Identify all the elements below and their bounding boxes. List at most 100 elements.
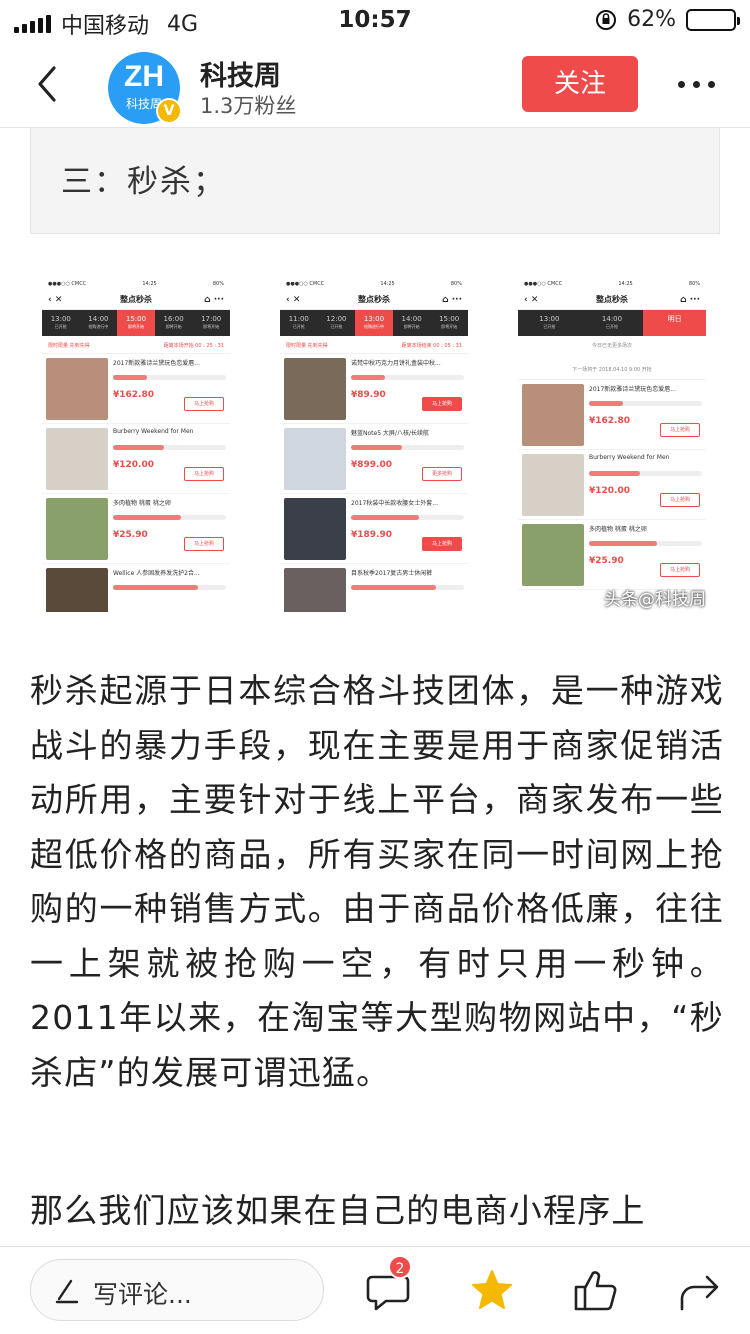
mock-tab-sub: 即将开始 — [441, 324, 458, 329]
mock-time-tab: 13:00 已开抢 — [42, 310, 80, 336]
mock-product-title: 2017新款雅诗兰黛玩色恋爱唇... — [589, 386, 676, 393]
mock-home-icon: ⌂ ··· — [204, 294, 224, 305]
mock-time-tabs: 11:00 已开抢 12:00 已开抢 13:00 抢购进行中 14:00 即将开始 15:00… — [280, 310, 468, 336]
mock-tab-sub: 已开抢 — [543, 324, 556, 329]
mock-product-row: 多肉植物 桃蛋 桃之卵 ¥25.90 马上抢购 — [42, 494, 230, 564]
mock-product-info: 多肉植物 桃蛋 桃之卵 ¥25.90 马上抢购 — [108, 498, 226, 559]
mock-tab-sub: 抢购进行中 — [88, 324, 109, 329]
mock-product-title: Wellice 人参固发养发洗护2合... — [113, 570, 200, 577]
mock-time: 14:25 — [142, 281, 157, 287]
mock-carrier: ●●●○○ CMCC — [524, 281, 563, 287]
mock-product-row: 2017秋装中长款收腰女士外套... ¥189.90 马上抢购 — [280, 494, 468, 564]
mock-time: 14:25 — [618, 281, 633, 287]
mock-product-thumb — [522, 524, 584, 586]
orientation-lock-icon — [596, 9, 617, 30]
favorite-star-icon[interactable] — [468, 1267, 516, 1315]
mock-tab-sub: 即将开始 — [127, 324, 144, 329]
mock-time-tab: 14:00 抢购进行中 — [80, 310, 118, 336]
mock-progress-bar — [589, 541, 702, 546]
section-heading: 三：秒杀； — [61, 164, 226, 200]
mock-product-row: 目系秋季2017复古男士休闲裤 — [280, 564, 468, 612]
mock-time-tabs: 13:00 已开抢 14:00 已开抢 明日 — [518, 310, 706, 336]
mock-battery: 80% — [212, 281, 224, 287]
mock-product-thumb — [522, 384, 584, 446]
mock-battery: 80% — [688, 281, 700, 287]
mock-progress-bar — [113, 445, 226, 450]
write-comment-input[interactable]: 写评论... — [30, 1259, 324, 1321]
article-image[interactable]: ●●●○○ CMCC 14:25 80% ‹ ✕ 整点秒杀 ⌂ ··· 13:00 已开抢 14… — [42, 278, 708, 612]
back-arrow-icon[interactable] — [30, 64, 70, 104]
mock-product-thumb — [284, 568, 346, 612]
mock-product-info: 魅蓝Note5 大屏/八核/长续航 ¥899.00 更多抢购 — [346, 428, 464, 489]
mock-product-row: Wellice 人参固发养发洗护2合... — [42, 564, 230, 612]
mock-carrier: ●●●○○ CMCC — [48, 281, 87, 287]
mock-product-title: Burberry Weekend for Men — [589, 454, 670, 461]
mock-product-info: 多肉植物 桃蛋 桃之卵 ¥25.90 马上抢购 — [584, 524, 702, 585]
mock-back-icon: ‹ ✕ — [48, 294, 63, 305]
article-header: ZH 科技周 V 科技周 1.3万粉丝 关注 — [0, 42, 750, 128]
mock-progress-bar — [113, 515, 226, 520]
image-watermark: 头条@科技周 — [604, 590, 706, 610]
like-thumb-icon[interactable] — [572, 1267, 620, 1315]
mock-status-bar: ●●●○○ CMCC 14:25 80% — [518, 278, 706, 290]
follow-button[interactable]: 关注 — [522, 56, 638, 112]
mock-notice: 限时限量 先到先得 距离本场开始 00 : 25 : 31 — [42, 336, 230, 354]
mock-progress-bar — [351, 445, 464, 450]
mock-product-row: 多肉植物 桃蛋 桃之卵 ¥25.90 马上抢购 — [518, 520, 706, 590]
mock-time-tab: 15:00 即将开始 — [430, 310, 468, 336]
mock-time-tab: 明日 — [643, 310, 706, 336]
mock-tab-sub: 已开抢 — [54, 324, 67, 329]
comment-placeholder: 写评论... — [93, 1280, 192, 1309]
verified-badge-icon: V — [156, 98, 182, 124]
mock-carrier: ●●●○○ CMCC — [286, 281, 325, 287]
mock-time-tab: 12:00 已开抢 — [318, 310, 356, 336]
mock-time-tab: 11:00 已开抢 — [280, 310, 318, 336]
battery-percent: 62% — [627, 7, 676, 32]
mock-product-thumb — [284, 498, 346, 560]
mock-tab-sub: 抢购进行中 — [363, 324, 384, 329]
more-options-icon[interactable] — [672, 66, 720, 102]
author-name[interactable]: 科技周 — [200, 54, 281, 93]
battery-icon — [686, 8, 740, 31]
mock-time-tab: 15:00 即将开始 — [117, 310, 155, 336]
mock-buy-button: 马上抢购 — [184, 397, 224, 411]
mock-countdown: 距离本场开始 00 : 25 : 31 — [163, 343, 224, 349]
mock-buy-button: 马上抢购 — [660, 423, 700, 437]
mock-product-row: Burberry Weekend for Men ¥120.00 马上抢购 — [518, 450, 706, 520]
mock-status-bar: ●●●○○ CMCC 14:25 80% — [42, 278, 230, 290]
mock-buy-button: 马上抢购 — [422, 537, 462, 551]
section-heading-box: 三：秒杀； — [30, 128, 720, 234]
mock-product-title: 魅蓝Note5 大屏/八核/长续航 — [351, 430, 429, 437]
mock-progress-bar — [113, 585, 226, 590]
mock-time-tab: 13:00 抢购进行中 — [355, 310, 393, 336]
mock-battery: 80% — [450, 281, 462, 287]
mock-product-info: 2017新款雅诗兰黛玩色恋爱唇... ¥162.80 马上抢购 — [108, 358, 226, 419]
mock-buy-button: 马上抢购 — [660, 563, 700, 577]
mock-notice: 今日已无更多场次 下一场将于 2018.04.10 9:00 开抢 — [518, 336, 706, 380]
mock-product-info: 2017新款雅诗兰黛玩色恋爱唇... ¥162.80 马上抢购 — [584, 384, 702, 445]
mock-tab-sub: 已开抢 — [606, 324, 618, 329]
mock-product-thumb — [46, 358, 108, 420]
bottom-action-bar: 写评论... 2 — [0, 1246, 750, 1334]
mock-product-row: 2017新款雅诗兰黛玩色恋爱唇... ¥162.80 马上抢购 — [518, 380, 706, 450]
app-screenshot: ●●●○○ CMCC 14:25 80% ‹ ✕ 整点秒杀 ⌂ ··· 13:00 已开抢 14… — [518, 278, 706, 612]
mock-back-icon: ‹ ✕ — [286, 294, 301, 305]
mock-nav-bar: ‹ ✕ 整点秒杀 ⌂ ··· — [280, 290, 468, 310]
mock-product-title: 2017秋装中长款收腰女士外套... — [351, 500, 438, 507]
mock-buy-button: 马上抢购 — [422, 397, 462, 411]
mock-product-info: 诺梵中秋巧克力月饼礼盒装中秋... ¥89.90 马上抢购 — [346, 358, 464, 419]
article-paragraph: 秒杀起源于日本综合格斗技团体，是一种游戏战斗的暴力手段，现在主要是用于商家促销活… — [30, 671, 724, 1092]
share-icon[interactable] — [676, 1267, 724, 1315]
mock-product-thumb — [284, 428, 346, 490]
mock-product-title: 2017新款雅诗兰黛玩色恋爱唇... — [113, 360, 200, 367]
mock-countdown: 下一场将于 2018.04.10 9:00 开抢 — [572, 367, 652, 373]
mock-progress-bar — [351, 585, 464, 590]
mock-time: 14:25 — [380, 281, 395, 287]
mock-progress-bar — [113, 375, 226, 380]
mock-back-icon: ‹ ✕ — [524, 294, 539, 305]
mock-nav-title: 整点秒杀 — [596, 295, 628, 304]
mock-time-tabs: 13:00 已开抢 14:00 抢购进行中 15:00 即将开始 16:00 即将开始 17:0… — [42, 310, 230, 336]
mock-buy-button: 马上抢购 — [660, 493, 700, 507]
app-screenshot: ●●●○○ CMCC 14:25 80% ‹ ✕ 整点秒杀 ⌂ ··· 13:00 已开抢 14… — [42, 278, 230, 612]
mock-progress-bar — [589, 401, 702, 406]
